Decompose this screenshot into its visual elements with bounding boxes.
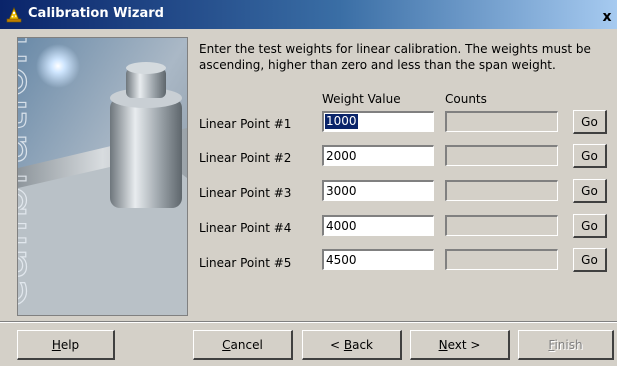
linear-point-2-label: Linear Point #2 [199,151,292,165]
window-title: Calibration Wizard [28,6,164,21]
back-prefix: < [329,337,344,352]
linear-point-1-counts-field [445,111,558,132]
linear-point-3-counts-field [445,180,558,201]
linear-point-2-go-button[interactable]: Go [573,144,607,168]
finish-label: inish [554,337,583,352]
cancel-mnemonic: C [222,337,231,352]
linear-point-1-weight-input[interactable] [322,111,434,132]
svg-text:calibration: calibration [18,38,39,308]
weights-illustration: calibration [18,38,187,315]
linear-point-4-weight-input[interactable] [322,215,434,236]
calibration-image: calibration [17,37,188,316]
back-button[interactable]: < Back [302,330,402,360]
calibration-wizard-window: Calibration Wizard x calibration Enter t… [0,0,617,366]
back-label: ack [352,337,373,352]
help-label: elp [60,337,80,352]
close-button[interactable]: x [599,10,615,25]
linear-point-2-counts-field [445,145,558,166]
linear-point-3-go-button[interactable]: Go [573,179,607,203]
back-mnemonic: B [343,337,353,352]
next-mnemonic: N [438,337,448,352]
footer-separator [0,321,617,323]
linear-point-3-weight-input[interactable] [322,180,434,201]
help-button[interactable]: Help [17,330,115,360]
linear-point-1-label: Linear Point #1 [199,117,292,131]
instructions-text: Enter the test weights for linear calibr… [199,42,591,72]
linear-point-4-label: Linear Point #4 [199,221,292,235]
next-label: ext > [447,337,481,352]
linear-point-3-label: Linear Point #3 [199,186,292,200]
weight-value-header: Weight Value [322,92,401,106]
linear-point-5-counts-field [445,249,558,270]
next-button[interactable]: Next > [410,330,510,360]
linear-point-2-weight-input[interactable] [322,145,434,166]
linear-point-5-label: Linear Point #5 [199,256,292,270]
linear-point-4-go-button[interactable]: Go [573,214,607,238]
cancel-label: ancel [230,337,263,352]
finish-button[interactable]: Finish [518,330,614,360]
linear-point-4-counts-field [445,215,558,236]
linear-point-1-go-button[interactable]: Go [573,110,607,134]
counts-header: Counts [445,92,487,106]
linear-point-5-go-button[interactable]: Go [573,248,607,272]
cancel-button[interactable]: Cancel [193,330,293,360]
help-mnemonic: H [51,337,61,352]
title-bar[interactable]: Calibration Wizard x [0,0,617,29]
linear-point-5-weight-input[interactable] [322,249,434,270]
wizard-hat-icon [6,7,22,23]
